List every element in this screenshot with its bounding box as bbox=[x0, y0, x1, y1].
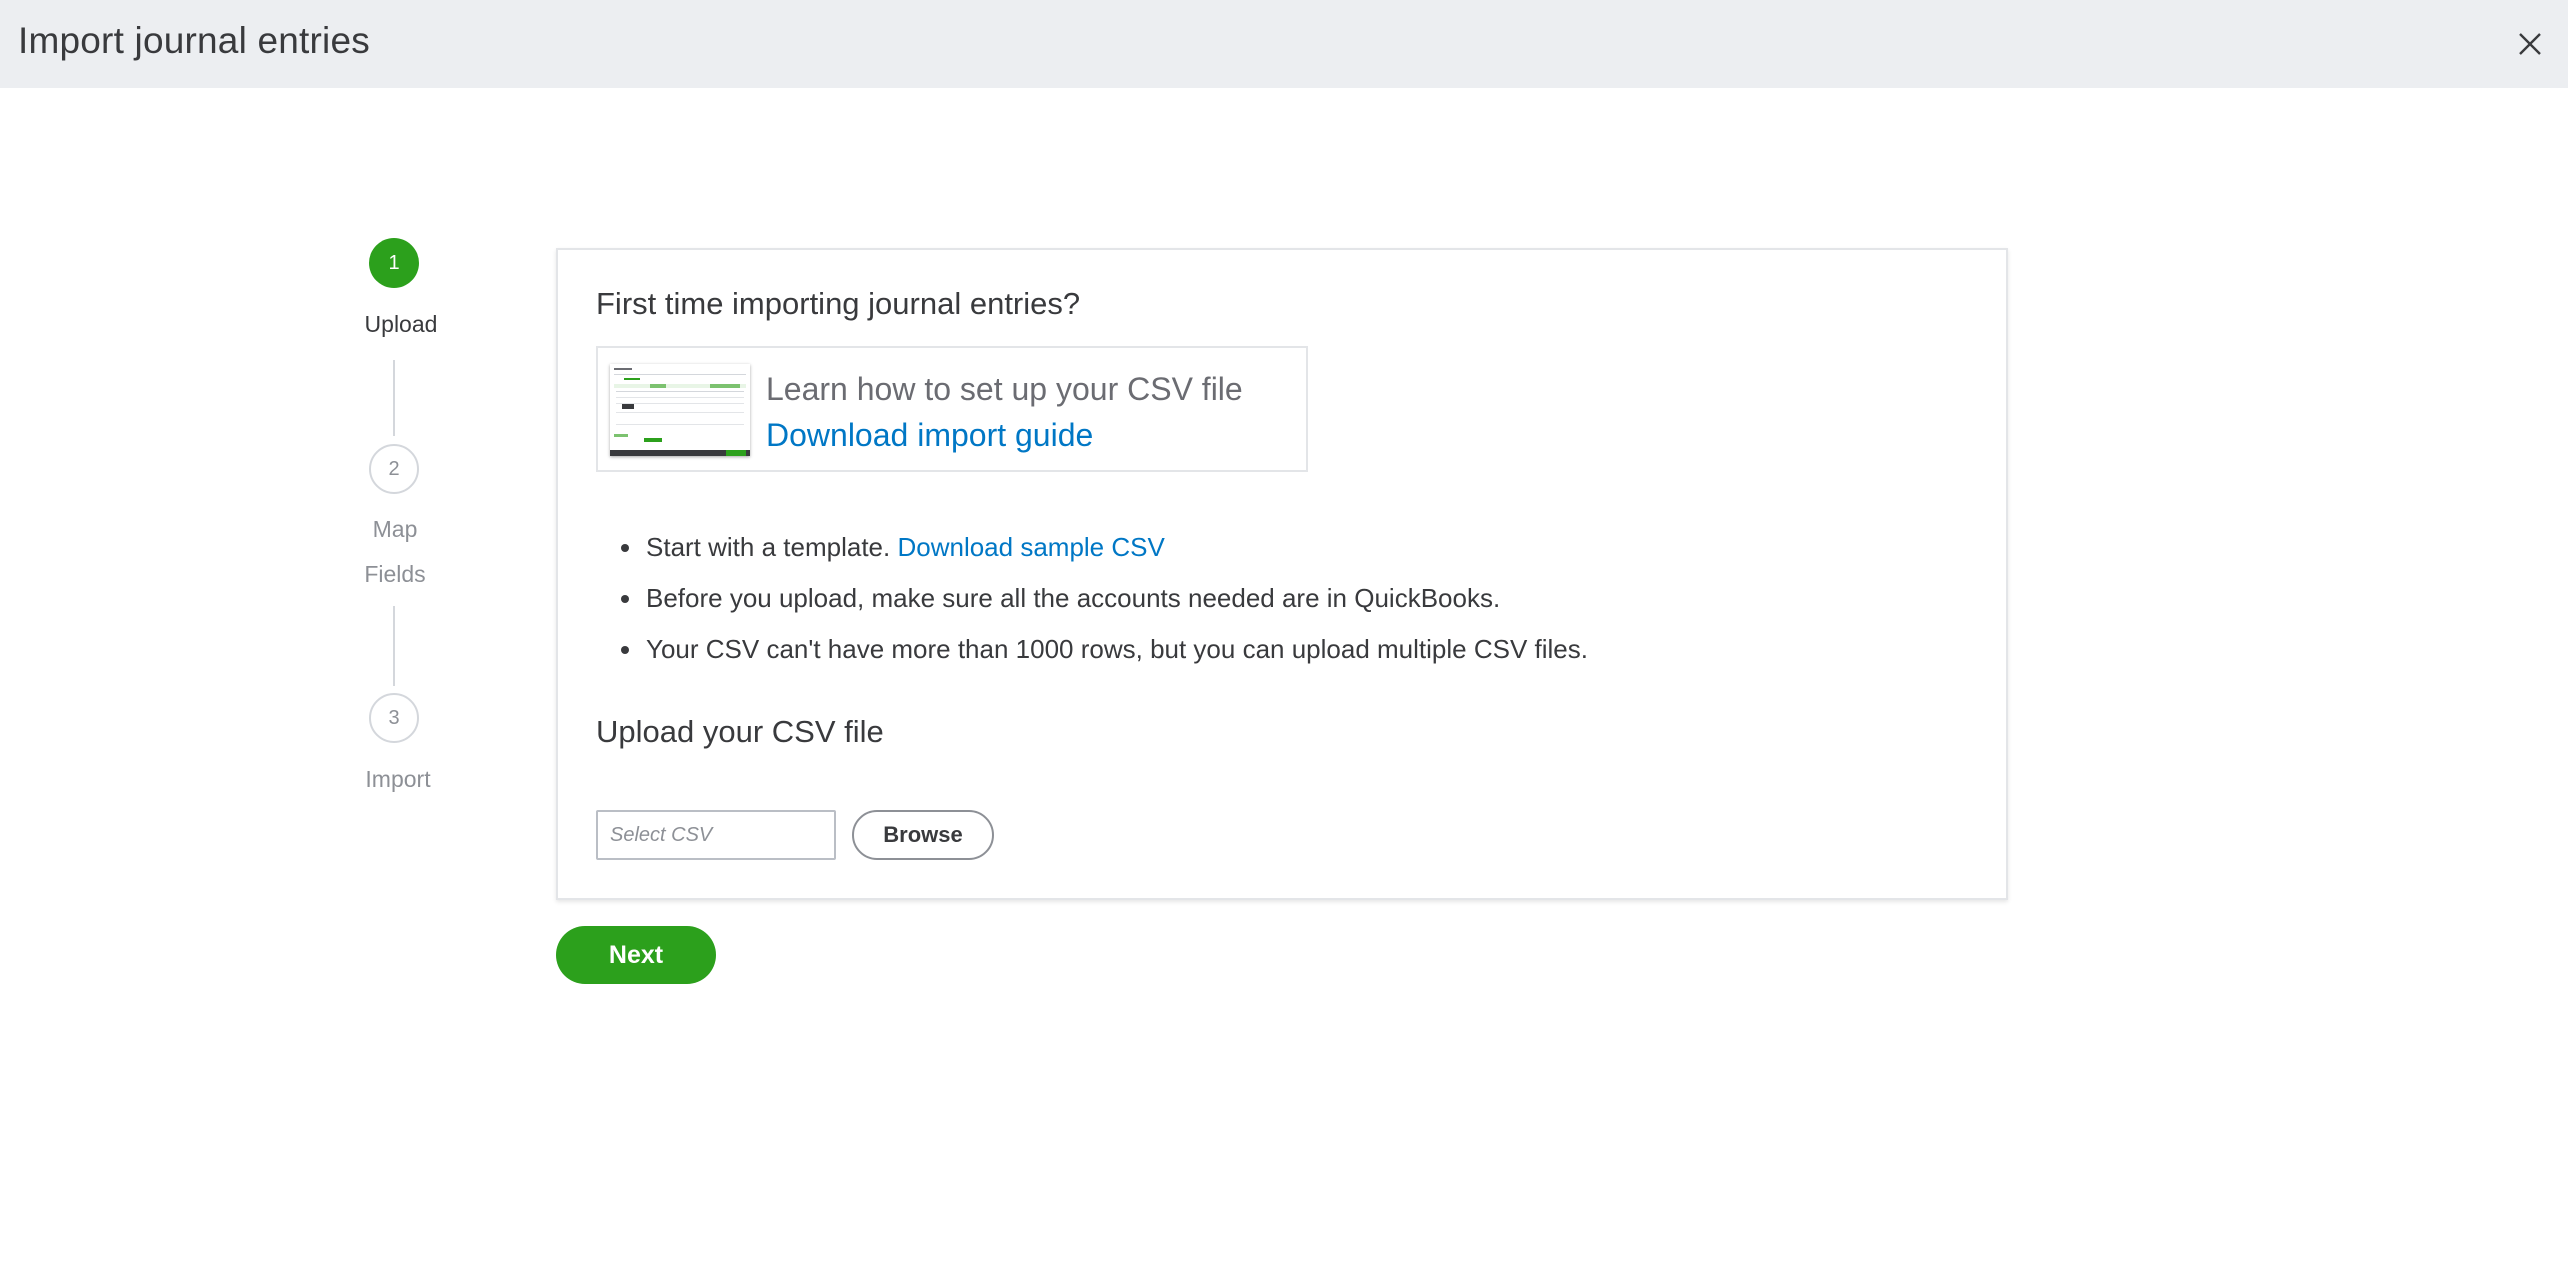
step-3-circle: 3 bbox=[369, 693, 419, 743]
step-1-label: Upload bbox=[364, 311, 438, 337]
tip-text: Before you upload, make sure all the acc… bbox=[646, 583, 1501, 613]
upload-card: First time importing journal entries? Le… bbox=[556, 248, 2008, 900]
list-item: Your CSV can't have more than 1000 rows,… bbox=[644, 624, 1588, 675]
browse-button[interactable]: Browse bbox=[852, 810, 994, 860]
step-3-label: Import bbox=[365, 766, 431, 792]
first-time-heading: First time importing journal entries? bbox=[596, 286, 1081, 321]
close-icon[interactable] bbox=[2510, 24, 2550, 64]
step-2-label-line2: Fields bbox=[364, 561, 426, 587]
download-sample-csv-link[interactable]: Download sample CSV bbox=[897, 532, 1164, 562]
download-import-guide-link[interactable]: Download import guide bbox=[766, 412, 1093, 458]
select-csv-input[interactable] bbox=[596, 810, 836, 860]
next-button[interactable]: Next bbox=[556, 926, 716, 984]
step-connector bbox=[393, 360, 395, 436]
list-item: Start with a template. Download sample C… bbox=[644, 522, 1588, 573]
dialog-header: Import journal entries bbox=[0, 0, 2568, 88]
guide-thumbnail-image bbox=[610, 364, 750, 456]
tip-text: Your CSV can't have more than 1000 rows,… bbox=[646, 634, 1588, 664]
guide-description: Learn how to set up your CSV file bbox=[766, 371, 1243, 407]
step-connector bbox=[393, 606, 395, 686]
tips-list: Start with a template. Download sample C… bbox=[606, 522, 1588, 675]
step-2-circle: 2 bbox=[369, 444, 419, 494]
list-item: Before you upload, make sure all the acc… bbox=[644, 573, 1588, 624]
step-1-circle: 1 bbox=[369, 238, 419, 288]
upload-heading: Upload your CSV file bbox=[596, 714, 884, 749]
tip-text: Start with a template. bbox=[646, 532, 891, 562]
dialog-title: Import journal entries bbox=[18, 20, 370, 61]
step-2-label-line1: Map bbox=[372, 516, 418, 542]
import-guide-box: Learn how to set up your CSV file Downlo… bbox=[596, 346, 1308, 472]
